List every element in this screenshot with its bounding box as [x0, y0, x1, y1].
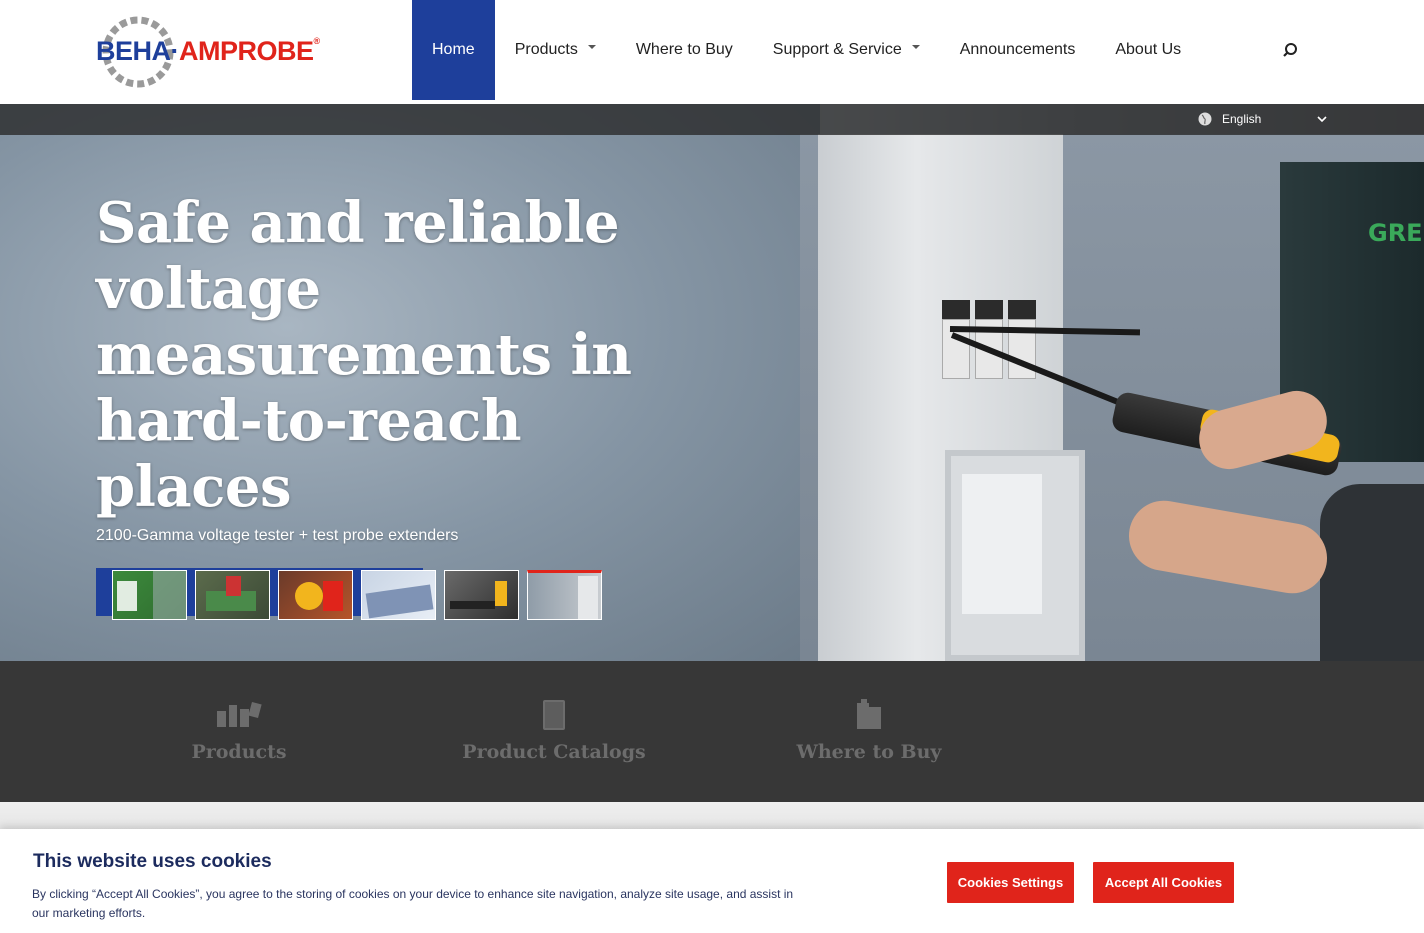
cookie-banner-title: This website uses cookies [33, 851, 272, 872]
language-label: English [1222, 112, 1262, 126]
logo-registered-mark: ® [313, 36, 321, 46]
products-icon [217, 701, 262, 727]
slide-thumbnail[interactable] [112, 570, 187, 620]
hero-banner: GREENR English Safe and reliable voltage… [0, 104, 1424, 661]
breaker-image [1008, 300, 1036, 320]
hero-title: Safe and reliable voltage measurements i… [96, 190, 632, 520]
circuit-board-icon [206, 576, 256, 611]
nav-item-where-to-buy[interactable]: Where to Buy [616, 0, 753, 100]
slider-thumbnails [112, 570, 610, 620]
quick-link-label: Product Catalogs [462, 741, 646, 763]
logo-amprobe-text: AMPROBE [179, 36, 314, 66]
caret-down-icon [911, 45, 920, 49]
quick-links-band: Products Product Catalogs Where to Buy [0, 661, 1424, 802]
site-header: BEHA·AMPROBE® Home Products Where to Buy… [0, 0, 1424, 104]
quick-link-label: Products [191, 741, 287, 763]
nav-item-products[interactable]: Products [495, 0, 616, 100]
hero-subtitle: 2100-Gamma voltage tester + test probe e… [96, 527, 459, 544]
language-selector[interactable]: English [1198, 112, 1328, 126]
quick-link-product-catalogs[interactable]: Product Catalogs [444, 699, 664, 763]
nav-item-home[interactable]: Home [412, 0, 495, 100]
catalog-icon [543, 700, 565, 730]
meter-icon [450, 581, 507, 609]
section-divider [0, 802, 1424, 832]
main-nav: Home Products Where to Buy Support & Ser… [412, 0, 1201, 100]
language-bar: English [0, 104, 1424, 135]
arm-image [1320, 484, 1424, 661]
logo-separator: · [170, 36, 180, 66]
nav-item-about-us[interactable]: About Us [1095, 0, 1201, 100]
cabinet-label: GREENR [1368, 219, 1424, 247]
slide-thumbnail[interactable] [527, 570, 602, 620]
box-icon [578, 576, 598, 619]
cookie-banner: This website uses cookies By clicking “A… [0, 829, 1424, 933]
chevron-down-icon [1317, 116, 1327, 123]
cookie-banner-text: By clicking “Accept All Cookies”, you ag… [32, 887, 794, 920]
box-label-image [962, 474, 1042, 614]
nav-label: Home [432, 41, 475, 58]
nav-label: About Us [1115, 41, 1182, 58]
cookies-settings-button[interactable]: Cookies Settings [947, 862, 1074, 903]
where-to-buy-icon [857, 699, 881, 729]
breaker-image [942, 300, 970, 320]
nav-label: Where to Buy [635, 41, 733, 58]
quick-link-where-to-buy[interactable]: Where to Buy [759, 699, 979, 763]
nav-item-support-service[interactable]: Support & Service [753, 0, 940, 100]
search-icon[interactable] [1280, 40, 1300, 60]
accept-all-cookies-button[interactable]: Accept All Cookies [1093, 862, 1234, 903]
nav-label: Announcements [959, 41, 1076, 58]
slide-thumbnail[interactable] [361, 570, 436, 620]
logo-beha-text: BEHA [96, 36, 171, 66]
clamp-meter-icon [295, 581, 343, 611]
quick-link-products[interactable]: Products [129, 699, 349, 763]
slide-thumbnail[interactable] [195, 570, 270, 620]
caret-down-icon [587, 45, 596, 49]
slide-thumbnail[interactable] [278, 570, 353, 620]
nav-item-announcements[interactable]: Announcements [940, 0, 1096, 100]
tablet-icon [365, 584, 434, 619]
ev-charger-icon [117, 571, 186, 619]
quick-link-label: Where to Buy [796, 741, 942, 763]
slide-thumbnail[interactable] [444, 570, 519, 620]
nav-label: Support & Service [772, 41, 902, 58]
beha-amprobe-logo[interactable]: BEHA·AMPROBE® [94, 12, 344, 92]
breaker-image [975, 300, 1003, 320]
logo-wordmark: BEHA·AMPROBE® [96, 36, 320, 67]
nav-label: Products [514, 41, 578, 58]
globe-icon [1198, 112, 1212, 126]
